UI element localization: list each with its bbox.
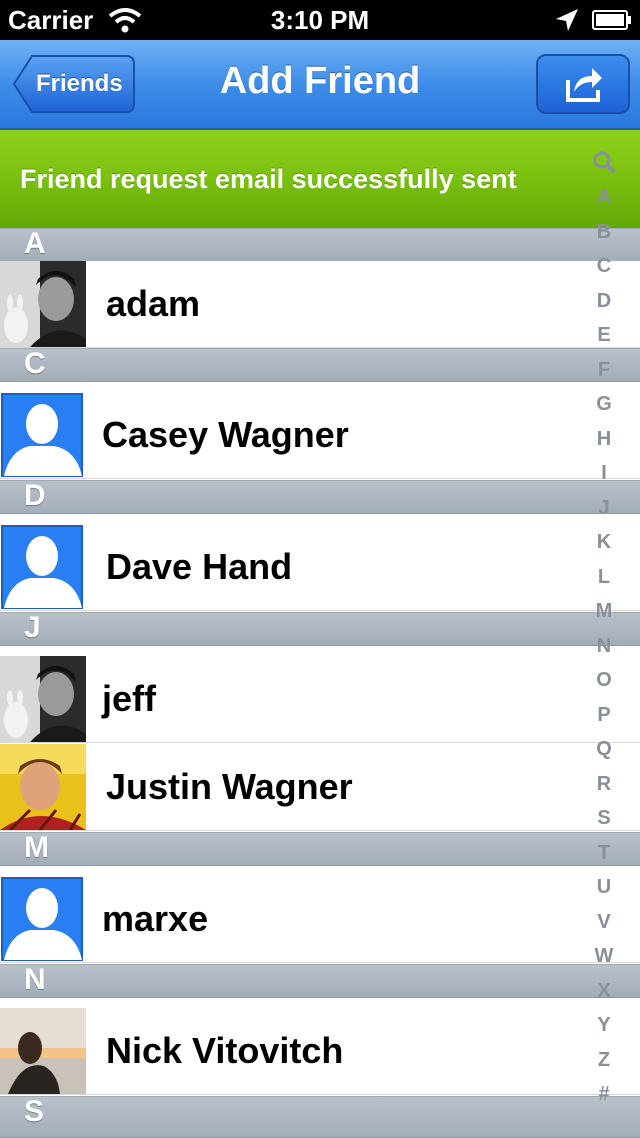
friend-name: jeff	[102, 678, 156, 719]
section-header-m: M	[0, 831, 640, 866]
section-header-c: C	[0, 347, 640, 382]
clock: 3:10 PM	[270, 5, 370, 35]
index-letter[interactable]: P	[586, 698, 622, 733]
index-letter[interactable]: X	[586, 974, 622, 1009]
friend-name: Dave Hand	[106, 546, 293, 587]
index-letter[interactable]: J	[586, 491, 622, 526]
index-letter[interactable]: W	[586, 939, 622, 974]
friend-row-dave-hand[interactable]: Dave Hand	[0, 524, 640, 611]
default-avatar-icon	[0, 524, 86, 610]
success-message: Friend request email successfully sent	[20, 164, 517, 194]
index-letter[interactable]: K	[586, 525, 622, 560]
index-letter[interactable]: F	[586, 353, 622, 388]
index-letter[interactable]: T	[586, 836, 622, 871]
section-letter: C	[24, 347, 46, 380]
section-header-a: A	[0, 227, 640, 262]
index-letter[interactable]: A	[586, 180, 622, 215]
friend-name: Casey Wagner	[102, 414, 349, 455]
avatar-photo	[0, 1008, 86, 1094]
index-letter[interactable]: G	[586, 387, 622, 422]
friend-name: marxe	[102, 898, 209, 939]
index-letter[interactable]: Y	[586, 1008, 622, 1043]
avatar-photo	[0, 744, 86, 830]
section-letter: M	[24, 831, 49, 864]
index-letter[interactable]: I	[586, 456, 622, 491]
index-letter[interactable]: U	[586, 870, 622, 905]
index-letter[interactable]: E	[586, 318, 622, 353]
status-bar: Carrier 3:10 PM	[0, 0, 640, 40]
index-letter[interactable]: L	[586, 560, 622, 595]
battery-icon	[592, 10, 631, 30]
friend-name: adam	[106, 283, 201, 324]
section-header-j: J	[0, 611, 640, 646]
section-letter: A	[24, 227, 46, 260]
friend-row-justin-wagner[interactable]: Justin Wagner	[0, 744, 640, 831]
page-title: Add Friend	[219, 60, 421, 102]
back-button[interactable]: Friends	[12, 54, 136, 114]
section-letter: J	[24, 611, 41, 644]
section-header-n: N	[0, 963, 640, 998]
index-letter[interactable]: C	[586, 249, 622, 284]
location-arrow-icon	[556, 9, 578, 31]
default-avatar-icon	[0, 876, 86, 962]
friend-name: Justin Wagner	[106, 766, 353, 807]
index-letter[interactable]: #	[586, 1077, 622, 1112]
section-letter: N	[24, 963, 46, 996]
index-letter[interactable]: M	[586, 594, 622, 629]
index-letter[interactable]: D	[586, 284, 622, 319]
friend-row-jeff[interactable]: jeff	[0, 656, 640, 743]
friend-row-nick-vitovitch[interactable]: Nick Vitovitch	[0, 1008, 640, 1095]
index-letter[interactable]: H	[586, 422, 622, 457]
search-icon[interactable]	[586, 148, 622, 178]
avatar-photo	[0, 261, 86, 347]
success-banner: Friend request email successfully sent	[0, 130, 640, 228]
index-letter[interactable]: Z	[586, 1043, 622, 1078]
index-letter[interactable]: S	[586, 801, 622, 836]
share-button[interactable]	[536, 54, 630, 114]
navigation-bar: Friends Add Friend	[0, 40, 640, 130]
index-letter[interactable]: Q	[586, 732, 622, 767]
index-letter[interactable]: R	[586, 767, 622, 802]
back-button-label: Friends	[36, 70, 123, 97]
section-header-s: S	[0, 1095, 640, 1138]
section-letter: D	[24, 479, 46, 512]
index-letter[interactable]: O	[586, 663, 622, 698]
index-letter[interactable]: N	[586, 629, 622, 664]
index-letter[interactable]: B	[586, 215, 622, 250]
section-letter: S	[24, 1095, 45, 1128]
friend-row-adam[interactable]: adam	[0, 261, 640, 348]
section-index[interactable]: A B C D E F G H I J K L M N O P Q R S T …	[586, 148, 622, 1112]
index-letter[interactable]: V	[586, 905, 622, 940]
friend-name: Nick Vitovitch	[106, 1030, 344, 1071]
friend-row-marxe[interactable]: marxe	[0, 876, 640, 963]
default-avatar-icon	[0, 392, 86, 478]
avatar-photo	[0, 656, 86, 742]
friend-row-casey-wagner[interactable]: Casey Wagner	[0, 392, 640, 479]
section-header-d: D	[0, 479, 640, 514]
share-icon	[566, 68, 602, 102]
